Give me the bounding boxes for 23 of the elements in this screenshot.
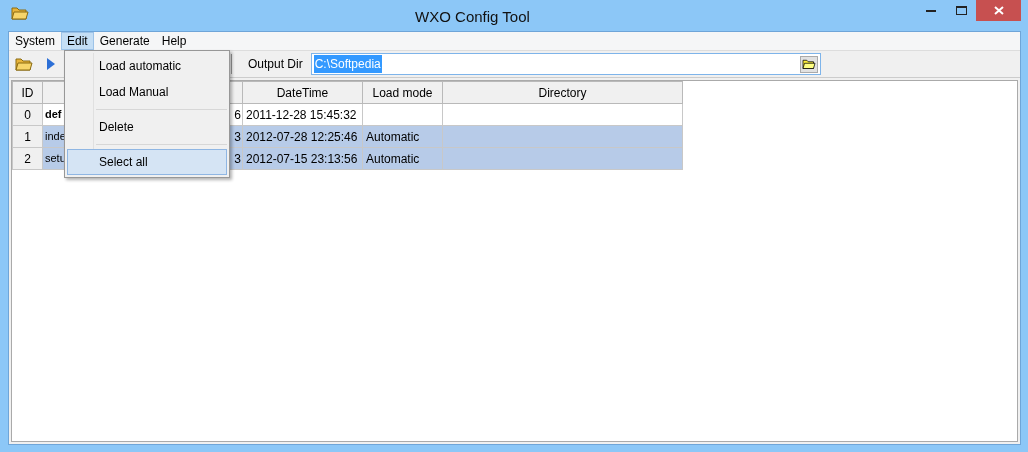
menu-item[interactable]: Select all (67, 149, 227, 175)
row-header[interactable]: 0 (12, 103, 43, 126)
column-header[interactable]: DateTime (242, 81, 363, 104)
column-header[interactable]: Load mode (362, 81, 443, 104)
play-icon[interactable] (45, 56, 57, 72)
menu-item[interactable]: Load Manual (67, 79, 227, 105)
row-header[interactable]: 1 (12, 125, 43, 148)
minimize-icon (926, 9, 936, 12)
menu-item[interactable]: Help (155, 32, 193, 50)
table-cell: 2011-12-28 15:45:32 (242, 103, 363, 126)
menu-item[interactable]: System (9, 32, 61, 50)
menu-item[interactable]: Load automatic (67, 53, 227, 79)
column-header[interactable]: ID (12, 81, 43, 104)
row-header[interactable]: 2 (12, 147, 43, 170)
maximize-icon (955, 6, 967, 15)
output-dir-label: Output Dir (247, 56, 304, 73)
close-button[interactable] (976, 0, 1021, 21)
column-header[interactable]: Directory (442, 81, 683, 104)
close-icon (993, 6, 1004, 15)
browse-folder-icon[interactable] (799, 55, 818, 73)
menu-item[interactable]: Generate (93, 32, 156, 50)
window-title: WXO Config Tool (414, 7, 531, 27)
menu-item[interactable]: Edit (61, 32, 94, 50)
